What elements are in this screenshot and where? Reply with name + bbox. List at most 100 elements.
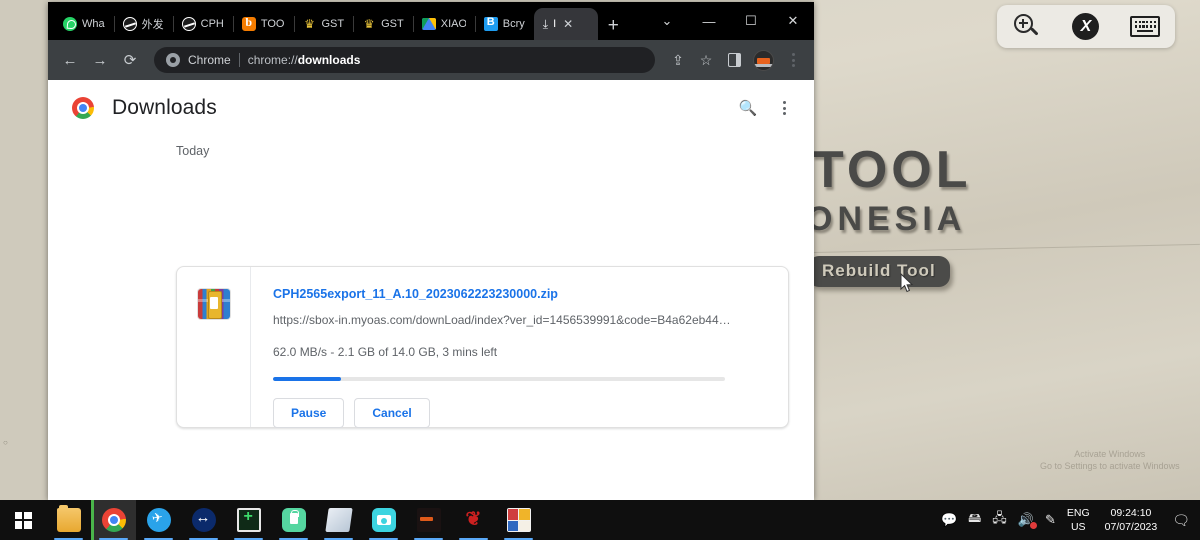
trophy-icon: ♛: [304, 17, 315, 31]
side-panel-icon[interactable]: [721, 47, 747, 73]
tab-label: 外发: [141, 19, 164, 31]
browser-tab-gst-1[interactable]: ♛ GST: [293, 8, 354, 40]
browser-tab-xiao[interactable]: XIAO: [412, 8, 475, 40]
remote-control-toolbar: X: [997, 5, 1175, 48]
close-button[interactable]: ✕: [772, 6, 814, 36]
maximize-button[interactable]: ☐: [730, 6, 772, 36]
tab-label: GST: [321, 18, 345, 30]
address-bar[interactable]: Chrome chrome://downloads: [154, 47, 655, 73]
download-progress-bar: [273, 377, 725, 381]
wall-sign-line-1: TOOL: [812, 141, 972, 199]
profile-avatar[interactable]: [753, 49, 774, 71]
taskbar-dark-app[interactable]: [406, 500, 451, 540]
wall-sign-line-3: Rebuild Tool: [808, 256, 950, 287]
google-drive-icon: [421, 18, 436, 30]
taskbar-red-logo-app[interactable]: ❦: [451, 500, 496, 540]
taskbar-teamviewer[interactable]: [181, 500, 226, 540]
blogger-icon: [241, 15, 256, 31]
browser-tab-cph[interactable]: CPH: [172, 8, 233, 40]
browser-toolbar: ← → ⟳ Chrome chrome://downloads ⇪ ☆: [48, 40, 814, 80]
download-item-card: CPH2565export_11_A.10_2023062223230000.z…: [176, 266, 789, 428]
taskbar-google-chrome[interactable]: [91, 500, 136, 540]
back-button[interactable]: ←: [56, 46, 84, 74]
windows-start-icon: [14, 511, 32, 529]
tab-search-button[interactable]: ⌄: [646, 6, 688, 36]
browser-tab-bcry[interactable]: Bcry: [474, 8, 534, 40]
browser-tab-gst-2[interactable]: ♛ GST: [353, 8, 413, 40]
network-icon[interactable]: 🖧: [992, 509, 1007, 531]
telegram-icon: [146, 508, 171, 532]
tab-label: GST: [381, 18, 404, 30]
chrome-browser-window: Wha 外发 CPH TOO ♛ GST ♛ GST: [48, 2, 814, 500]
taskbar-camera[interactable]: [361, 500, 406, 540]
whatsapp-icon: [63, 17, 77, 31]
left-edge-marker: ○: [3, 438, 8, 447]
taskbar-green-app[interactable]: [226, 500, 271, 540]
pause-button[interactable]: Pause: [273, 398, 345, 428]
new-tab-button[interactable]: +: [608, 16, 619, 35]
close-icon[interactable]: ✕: [563, 18, 573, 30]
omnibox-scheme-label: Chrome: [188, 53, 231, 67]
language-indicator[interactable]: ENG US: [1067, 506, 1090, 534]
windows-start-button[interactable]: [0, 500, 46, 540]
zoom-in-button[interactable]: [1007, 10, 1047, 44]
rustdesk-button[interactable]: X: [1066, 10, 1106, 44]
tab-label: CPH: [200, 18, 224, 30]
chrome-icon: [101, 508, 126, 532]
browser-tab-strip: Wha 外发 CPH TOO ♛ GST ♛ GST: [48, 2, 814, 40]
browser-tab-waifa[interactable]: 外发: [113, 8, 173, 40]
taskbar-clock[interactable]: 09:24:10 07/07/2023: [1101, 506, 1162, 534]
wall-sign-line-2: ONESIA: [806, 200, 967, 238]
kebab-menu-icon[interactable]: [780, 47, 806, 73]
language-line-1: ENG: [1066, 506, 1090, 519]
green-frame-icon: [236, 508, 261, 532]
usb-icon[interactable]: 🖴: [968, 509, 981, 531]
chrome-logo-icon: [72, 97, 94, 119]
tab-label: TOO: [260, 18, 285, 30]
minimize-button[interactable]: —: [688, 6, 730, 36]
tab-label: Bcry: [502, 18, 525, 30]
screen: TOOL ONESIA Rebuild Tool Activate Window…: [0, 0, 1200, 540]
download-icon: ⤓: [542, 17, 549, 31]
taskbar-file-explorer[interactable]: [46, 500, 91, 540]
kebab-menu-icon[interactable]: [774, 101, 794, 115]
share-icon[interactable]: ⇪: [665, 47, 691, 73]
taskbar-color-blocks-app[interactable]: [496, 500, 541, 540]
clock-date: 07/07/2023: [1104, 521, 1158, 533]
downloads-page-header: Downloads 🔍: [48, 80, 814, 136]
star-icon[interactable]: ☆: [693, 47, 719, 73]
downloads-header-actions: 🔍: [738, 99, 794, 117]
downloads-section-label: Today: [176, 144, 210, 158]
trophy-icon: ♛: [363, 17, 375, 31]
reload-button[interactable]: ⟳: [116, 46, 144, 74]
tab-label: XIAO: [440, 18, 466, 30]
windows-taskbar: ❦ 💬 🖴 🖧 🔊 ✎ ENG US 09:24:10 07/07/2023 🗨: [0, 500, 1200, 540]
download-file-icon-column: [177, 267, 251, 427]
rustdesk-logo-icon: X: [1072, 13, 1100, 40]
forward-button[interactable]: →: [86, 46, 114, 74]
chat-icon[interactable]: 💬: [941, 512, 957, 528]
browser-tab-too[interactable]: TOO: [232, 8, 294, 40]
chrome-page-icon: [166, 53, 180, 67]
notification-icon[interactable]: 🗨: [1172, 512, 1190, 529]
volume-muted-icon[interactable]: 🔊: [1018, 512, 1037, 529]
cancel-button[interactable]: Cancel: [354, 398, 430, 428]
taskbar-telegram[interactable]: [136, 500, 181, 540]
tab-label: I: [553, 18, 557, 30]
remote-screen-left-edge: ○: [0, 0, 48, 508]
taskbar-vpn[interactable]: [271, 500, 316, 540]
lock-icon: [281, 508, 306, 532]
browser-tab-whatsapp[interactable]: Wha: [54, 8, 114, 40]
keyboard-button[interactable]: [1125, 10, 1165, 44]
dark-bar-icon: [416, 508, 441, 532]
camera-icon: [371, 508, 396, 532]
system-tray: 💬 🖴 🖧 🔊 ✎ ENG US 09:24:10 07/07/2023 🗨: [941, 506, 1200, 534]
download-item-details: CPH2565export_11_A.10_2023062223230000.z…: [251, 267, 788, 428]
browser-tab-downloads[interactable]: ⤓ I ✕: [533, 8, 598, 40]
windows-activation-watermark: Activate Windows Go to Settings to activa…: [1040, 449, 1180, 472]
download-filename-link[interactable]: CPH2565export_11_A.10_2023062223230000.z…: [273, 287, 766, 301]
pen-icon[interactable]: ✎: [1045, 512, 1056, 528]
search-icon[interactable]: 🔍: [738, 99, 758, 117]
taskbar-notes[interactable]: [316, 500, 361, 540]
download-action-buttons: Pause Cancel: [273, 398, 766, 428]
